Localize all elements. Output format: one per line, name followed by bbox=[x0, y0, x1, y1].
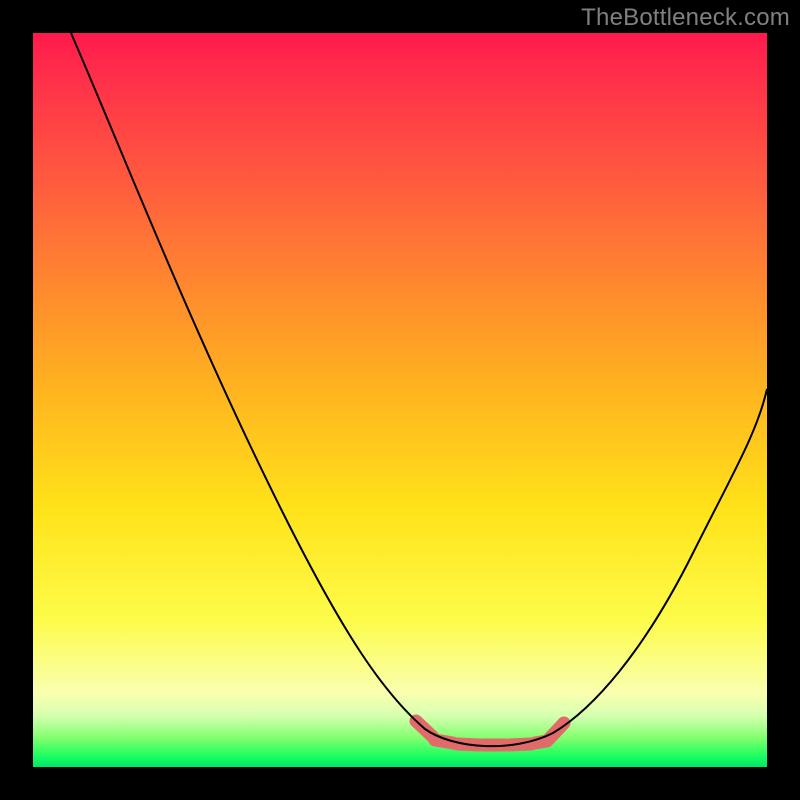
bottleneck-curve bbox=[71, 33, 767, 746]
optimal-basin bbox=[416, 721, 564, 745]
curve-svg bbox=[33, 33, 767, 767]
chart-stage: TheBottleneck.com bbox=[0, 0, 800, 800]
plot-area bbox=[33, 33, 767, 767]
watermark-text: TheBottleneck.com bbox=[581, 4, 790, 32]
